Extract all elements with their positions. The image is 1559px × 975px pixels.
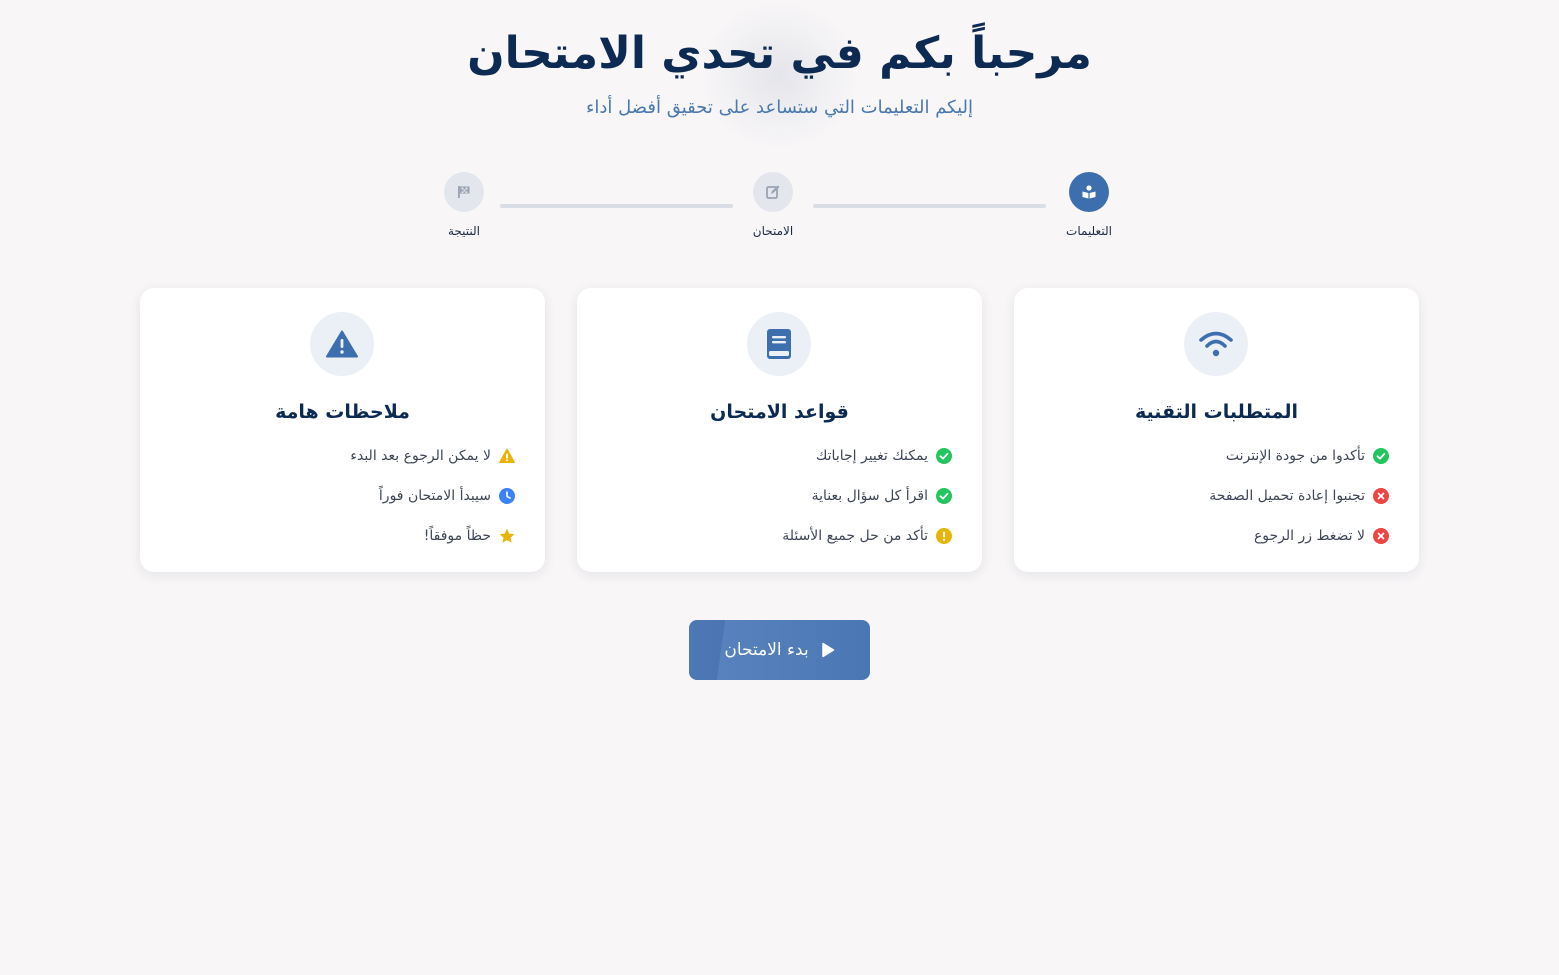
card-technical-requirements: المتطلبات التقنية تأكدوا من جودة الإنترن… [1014,288,1419,572]
check-circle-icon [1373,448,1389,464]
list-item-text: تجنبوا إعادة تحميل الصفحة [1209,488,1365,504]
list-item-text: تأكدوا من جودة الإنترنت [1225,448,1365,464]
warning-icon [499,448,515,463]
list-item-text: لا يمكن الرجوع بعد البدء [350,448,491,464]
list-item: لا يمكن الرجوع بعد البدء [350,446,515,466]
card-important-notes: ملاحظات هامة لا يمكن الرجوع بعد البدء سي… [140,288,545,572]
step-connector-line [500,204,733,208]
check-circle-icon [936,448,952,464]
star-icon [499,528,515,543]
card-title: قواعد الامتحان [710,401,849,423]
list-item: سيبدأ الامتحان فوراً [350,486,515,506]
card-list: لا يمكن الرجوع بعد البدء سيبدأ الامتحان … [350,446,515,566]
card-list: يمكنك تغيير إجاباتك اقرأ كل سؤال بعناية … [782,446,952,566]
wifi-icon [1184,312,1248,376]
step-label: التعليمات [1066,224,1112,238]
step-instructions[interactable]: التعليمات [1029,172,1149,238]
list-item-text: لا تضغط زر الرجوع [1253,528,1365,544]
x-circle-icon [1373,488,1389,504]
list-item: حظاً موفقاً! [350,526,515,546]
reader-icon [1069,172,1109,212]
page-title: مرحباً بكم في تحدي الامتحان [467,28,1092,79]
book-icon [747,312,811,376]
clock-icon [499,488,515,504]
list-item: يمكنك تغيير إجاباتك [782,446,952,466]
list-item-text: تأكد من حل جميع الأسئلة [782,528,928,544]
start-exam-button[interactable]: بدء الامتحان [689,620,870,680]
step-result[interactable]: النتيجة [404,172,524,238]
card-exam-rules: قواعد الامتحان يمكنك تغيير إجاباتك اقرأ … [577,288,982,572]
edit-icon [753,172,793,212]
check-circle-icon [936,488,952,504]
step-label: النتيجة [447,224,481,238]
card-title: المتطلبات التقنية [1134,401,1299,423]
step-connector-line [813,204,1046,208]
list-item-text: يمكنك تغيير إجاباتك [815,448,928,464]
list-item-text: حظاً موفقاً! [423,528,491,544]
list-item: تأكدوا من جودة الإنترنت [1209,446,1389,466]
warning-icon [310,312,374,376]
page-subtitle: إليكم التعليمات التي ستساعد على تحقيق أف… [585,97,974,118]
exclamation-circle-icon [936,528,952,544]
card-title: ملاحظات هامة [275,401,410,423]
play-icon [821,642,834,658]
step-exam[interactable]: الامتحان [713,172,833,238]
start-exam-label: بدء الامتحان [724,640,809,660]
list-item: تجنبوا إعادة تحميل الصفحة [1209,486,1389,506]
card-list: تأكدوا من جودة الإنترنت تجنبوا إعادة تحم… [1209,446,1389,566]
list-item: اقرأ كل سؤال بعناية [782,486,952,506]
step-label: الامتحان [752,224,794,238]
x-circle-icon [1373,528,1389,544]
list-item: لا تضغط زر الرجوع [1209,526,1389,546]
flag-icon [444,172,484,212]
list-item-text: اقرأ كل سؤال بعناية [811,488,928,504]
list-item-text: سيبدأ الامتحان فوراً [378,488,491,504]
list-item: تأكد من حل جميع الأسئلة [782,526,952,546]
